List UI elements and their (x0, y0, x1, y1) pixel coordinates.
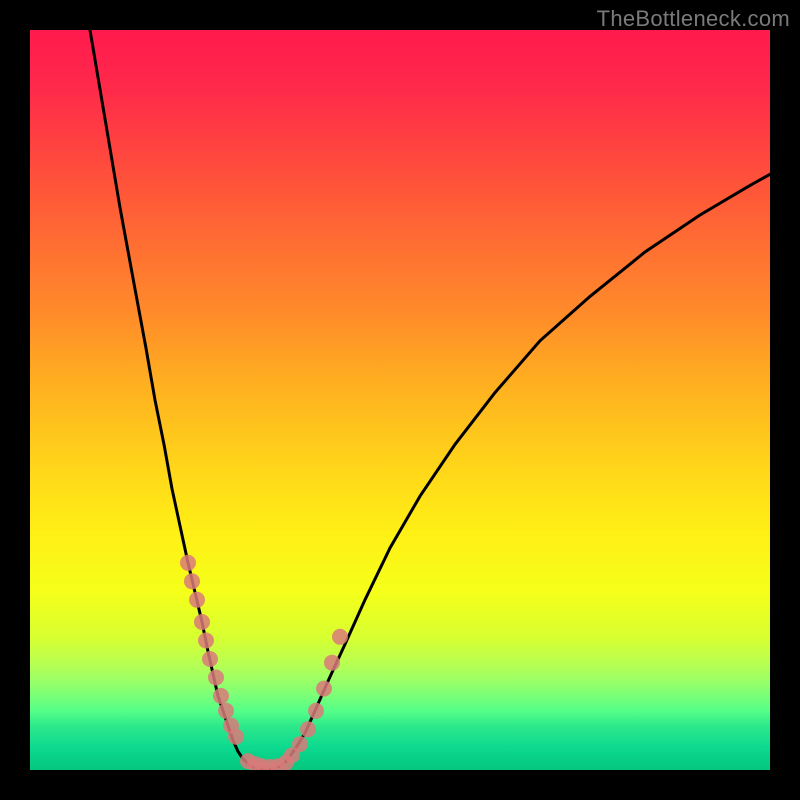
chart-frame: TheBottleneck.com (0, 0, 800, 800)
dot-group (180, 555, 348, 770)
watermark-text: TheBottleneck.com (597, 6, 790, 32)
data-dot (324, 655, 340, 671)
chart-svg (30, 30, 770, 770)
data-dot (228, 729, 244, 745)
bottleneck-curve (90, 30, 770, 769)
data-dot (332, 629, 348, 645)
data-dot (316, 681, 332, 697)
data-dot (208, 670, 224, 686)
data-dot (189, 592, 205, 608)
data-dot (300, 721, 316, 737)
data-dot (184, 573, 200, 589)
data-dot (308, 703, 324, 719)
data-dot (202, 651, 218, 667)
data-dot (292, 736, 308, 752)
plot-area (30, 30, 770, 770)
data-dot (180, 555, 196, 571)
data-dot (198, 633, 214, 649)
data-dot (213, 688, 229, 704)
data-dot (194, 614, 210, 630)
data-dot (218, 703, 234, 719)
curve-group (90, 30, 770, 769)
